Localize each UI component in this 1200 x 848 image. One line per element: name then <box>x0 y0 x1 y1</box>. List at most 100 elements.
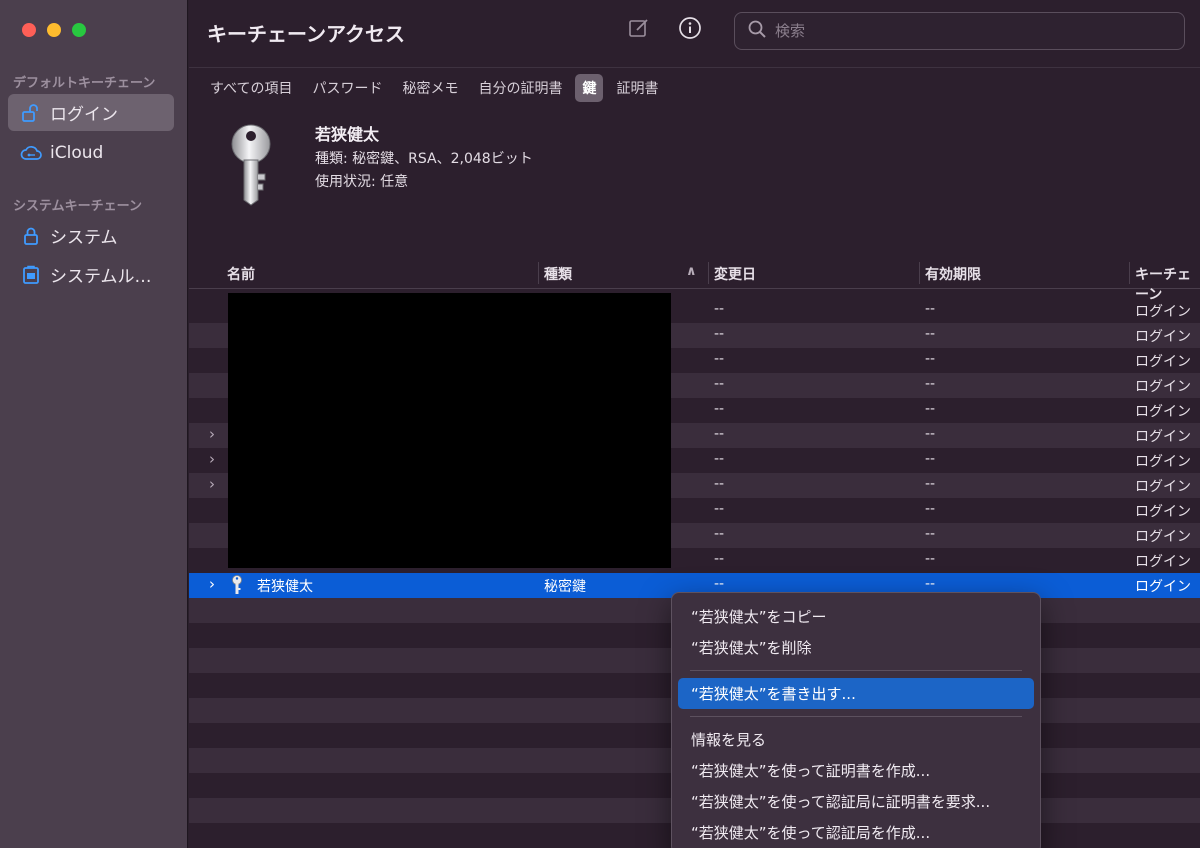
keychain-cell: ログイン <box>1135 304 1191 320</box>
column-header-name[interactable]: 名前 <box>227 264 255 284</box>
toolbar-divider <box>189 67 1200 68</box>
keychain-cell: ログイン <box>1135 579 1191 595</box>
tab-secure-notes[interactable]: 秘密メモ <box>395 74 465 102</box>
sidebar-item-system-roots[interactable]: システムルート <box>8 256 174 293</box>
menu-item-create-ca[interactable]: “若狭健太”を使って認証局を作成... <box>678 817 1034 848</box>
table-header: 名前 種類 ∧ 変更日 有効期限 キーチェーン <box>189 259 1200 303</box>
minimize-window-button[interactable] <box>47 23 61 37</box>
keychain-cell: ログイン <box>1135 529 1191 545</box>
expires-cell: -- <box>925 526 936 542</box>
compose-button[interactable] <box>625 16 653 44</box>
context-menu: “若狭健太”をコピー “若狭健太”を削除 “若狭健太”を書き出す... 情報を見… <box>671 592 1041 848</box>
disclosure-chevron-icon[interactable]: › <box>209 425 215 443</box>
keychain-cell: ログイン <box>1135 379 1191 395</box>
keychain-cell: ログイン <box>1135 404 1191 420</box>
zoom-window-button[interactable] <box>72 23 86 37</box>
search-field[interactable] <box>734 12 1185 50</box>
sort-ascending-icon[interactable]: ∧ <box>686 264 697 279</box>
menu-item-get-info[interactable]: 情報を見る <box>678 724 1034 755</box>
item-info-panel: 若狭健太 種類: 秘密鍵、RSA、2,048ビット 使用状況: 任意 <box>189 106 1200 260</box>
keychain-cell: ログイン <box>1135 454 1191 470</box>
tab-keys[interactable]: 鍵 <box>575 74 604 102</box>
modified-cell: -- <box>714 451 725 467</box>
expires-cell: -- <box>925 401 936 417</box>
expires-cell: -- <box>925 576 936 592</box>
category-tabs: すべての項目 パスワード 秘密メモ 自分の証明書 鍵 証明書 <box>203 74 671 102</box>
toolbar: キーチェーンアクセス <box>189 0 1200 66</box>
tab-all-items[interactable]: すべての項目 <box>203 74 299 102</box>
modified-cell: -- <box>714 426 725 442</box>
expires-cell: -- <box>925 426 936 442</box>
name-cell: 若狭健太 <box>257 579 313 595</box>
keychain-cell: ログイン <box>1135 554 1191 570</box>
disclosure-chevron-icon[interactable]: › <box>209 475 215 493</box>
expires-cell: -- <box>925 351 936 367</box>
item-kind: 種類: 秘密鍵、RSA、2,048ビット <box>315 151 533 167</box>
info-button[interactable] <box>676 16 704 44</box>
small-key-icon <box>230 575 244 599</box>
window-title: キーチェーンアクセス <box>207 22 405 46</box>
menu-item-delete[interactable]: “若狭健太”を削除 <box>678 632 1034 663</box>
sidebar-item-label: システムルート <box>50 267 162 287</box>
keychain-cell: ログイン <box>1135 354 1191 370</box>
menu-separator <box>690 670 1022 671</box>
keychain-cell: ログイン <box>1135 329 1191 345</box>
disclosure-chevron-icon[interactable]: › <box>209 575 215 593</box>
tab-my-certificates[interactable]: 自分の証明書 <box>471 74 569 102</box>
expires-cell: -- <box>925 301 936 317</box>
cabinet-icon <box>20 264 42 286</box>
close-window-button[interactable] <box>22 23 36 37</box>
sidebar-section-default: デフォルトキーチェーン <box>13 76 156 91</box>
kind-cell: 秘密鍵 <box>544 579 586 595</box>
info-icon <box>678 16 702 44</box>
search-icon <box>747 19 767 43</box>
modified-cell: -- <box>714 476 725 492</box>
keychain-cell: ログイン <box>1135 479 1191 495</box>
column-header-expires[interactable]: 有効期限 <box>925 264 981 284</box>
column-divider[interactable] <box>1129 262 1130 284</box>
sidebar-item-label: iCloud <box>50 142 104 163</box>
sidebar-item-label: システム <box>50 228 118 248</box>
redacted-region <box>228 293 671 568</box>
lock-icon <box>20 225 42 247</box>
cloud-icon <box>20 142 42 164</box>
expires-cell: -- <box>925 551 936 567</box>
modified-cell: -- <box>714 351 725 367</box>
sidebar-item-icloud[interactable]: iCloud <box>8 134 174 171</box>
compose-icon <box>627 16 651 44</box>
expires-cell: -- <box>925 501 936 517</box>
column-header-kind[interactable]: 種類 <box>544 264 572 284</box>
expires-cell: -- <box>925 476 936 492</box>
tab-certificates[interactable]: 証明書 <box>609 74 665 102</box>
column-divider[interactable] <box>708 262 709 284</box>
expires-cell: -- <box>925 326 936 342</box>
modified-cell: -- <box>714 501 725 517</box>
item-usage: 使用状況: 任意 <box>315 174 409 190</box>
modified-cell: -- <box>714 376 725 392</box>
sidebar-item-system[interactable]: システム <box>8 217 174 254</box>
disclosure-chevron-icon[interactable]: › <box>209 450 215 468</box>
modified-cell: -- <box>714 401 725 417</box>
key-icon <box>225 122 277 210</box>
menu-item-create-certificate[interactable]: “若狭健太”を使って証明書を作成... <box>678 755 1034 786</box>
sidebar: デフォルトキーチェーン ログイン iCloud システムキーチェーン システム … <box>0 0 188 848</box>
window-controls <box>22 23 86 37</box>
column-divider[interactable] <box>538 262 539 284</box>
modified-cell: -- <box>714 301 725 317</box>
search-input[interactable] <box>775 22 1155 40</box>
menu-item-copy[interactable]: “若狭健太”をコピー <box>678 601 1034 632</box>
menu-separator <box>690 716 1022 717</box>
modified-cell: -- <box>714 551 725 567</box>
item-title: 若狭健太 <box>315 125 380 144</box>
menu-item-request-certificate[interactable]: “若狭健太”を使って認証局に証明書を要求... <box>678 786 1034 817</box>
modified-cell: -- <box>714 576 725 592</box>
expires-cell: -- <box>925 451 936 467</box>
column-header-modified[interactable]: 変更日 <box>714 264 756 284</box>
column-divider[interactable] <box>919 262 920 284</box>
sidebar-item-login[interactable]: ログイン <box>8 94 174 131</box>
menu-item-export[interactable]: “若狭健太”を書き出す... <box>678 678 1034 709</box>
keychain-cell: ログイン <box>1135 504 1191 520</box>
keychain-cell: ログイン <box>1135 429 1191 445</box>
tab-passwords[interactable]: パスワード <box>305 74 389 102</box>
expires-cell: -- <box>925 376 936 392</box>
